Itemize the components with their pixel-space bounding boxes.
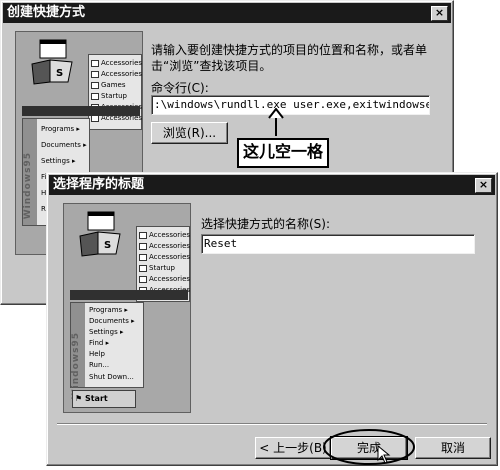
dialog-separator (57, 423, 487, 425)
shortcut-icon: S (31, 39, 73, 85)
mini-highlight-bar (70, 290, 188, 300)
command-line-input[interactable]: :\windows\rundll.exe user.exe,exitwindow… (151, 95, 430, 115)
create-shortcut-instruction-2: 击“浏览”查找该项目。 (151, 59, 272, 73)
mini-start-item: Settings ▸ (41, 157, 76, 165)
select-title-title: 选择程序的标题 (53, 177, 145, 192)
back-button[interactable]: < 上一步(B) (255, 437, 331, 459)
mouse-cursor-icon (377, 445, 391, 464)
mini-start-menu: Programs ▸ Documents ▸ Settings ▸ Find ▸… (70, 302, 144, 388)
browse-button[interactable]: 浏览(R)... (151, 122, 228, 144)
mini-submenu: Accessories Accessories Games Startup Ac… (88, 54, 142, 130)
mini-submenu-item: Accessories (139, 253, 190, 261)
mini-submenu-item: Accessories (91, 59, 142, 67)
mini-highlight-bar (22, 106, 140, 116)
mini-submenu-item: Accessories (91, 70, 142, 78)
mini-submenu-item: Accessories (139, 242, 190, 250)
mini-side-text: Windows95 (23, 152, 33, 220)
mini-submenu-item: Accessories (139, 231, 190, 239)
create-shortcut-titlebar[interactable]: 创建快捷方式 × (3, 3, 451, 23)
select-title-titlebar[interactable]: 选择程序的标题 × (49, 175, 495, 195)
mini-start-item: Programs ▸ (89, 306, 128, 314)
mini-start-item: Shut Down... (89, 373, 134, 381)
mini-start-item: Programs ▸ (41, 125, 80, 133)
create-shortcut-title: 创建快捷方式 (7, 5, 86, 20)
mini-submenu-item: Accessories (139, 275, 190, 283)
close-icon[interactable]: × (475, 178, 492, 193)
create-shortcut-instruction-1: 请输入要创建快捷方式的项目的位置和名称，或者单 (151, 43, 428, 57)
mini-start-button: ⚑ Start (72, 390, 136, 408)
mini-start-item: Documents ▸ (41, 141, 87, 149)
command-line-label: 命令行(C): (151, 81, 209, 95)
shortcut-name-input[interactable]: Reset (201, 234, 475, 254)
highlight-ellipse-icon (323, 429, 415, 465)
callout-arrow-icon (268, 108, 284, 136)
close-icon[interactable]: × (431, 6, 448, 21)
callout-label: 这儿空一格 (237, 138, 329, 168)
mini-submenu-item: Startup (91, 92, 127, 100)
cancel-button[interactable]: 取消 (415, 437, 491, 459)
wizard-illustration: S Accessories Accessories Accessories St… (63, 203, 191, 413)
mini-start-item: Run... (89, 361, 110, 369)
mini-start-item: Help (89, 350, 105, 358)
mini-start-item: Documents ▸ (89, 317, 135, 325)
mini-start-item: Find ▸ (89, 339, 110, 347)
mini-submenu-item: Startup (139, 264, 175, 272)
svg-text:S: S (104, 240, 111, 251)
select-title-dialog: 选择程序的标题 × S Accessories Accessories Acce… (46, 172, 498, 466)
shortcut-icon: S (79, 211, 121, 257)
svg-text:S: S (56, 68, 63, 79)
shortcut-name-label: 选择快捷方式的名称(S): (201, 217, 331, 231)
mini-start-item: Settings ▸ (89, 328, 124, 336)
mini-submenu-item: Games (91, 81, 126, 89)
